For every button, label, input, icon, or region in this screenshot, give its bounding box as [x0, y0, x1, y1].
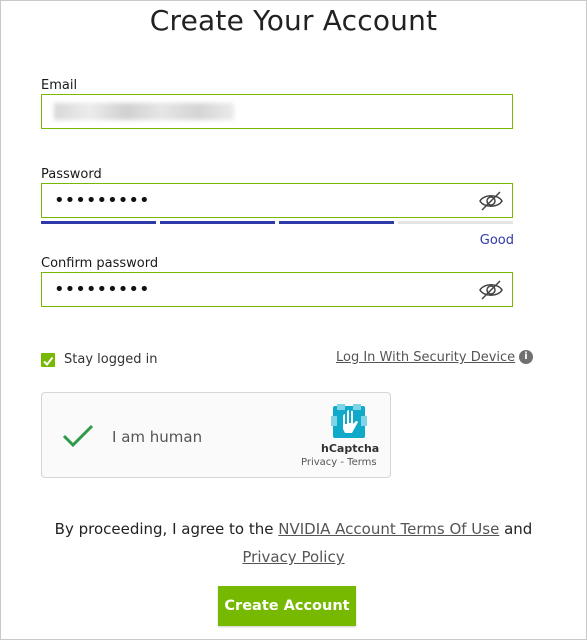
agreement-middle: and [499, 520, 533, 538]
email-field[interactable] [41, 94, 513, 129]
hcaptcha-brand: hCaptcha [321, 442, 380, 455]
captcha-label: I am human [112, 428, 203, 446]
terms-agreement: By proceeding, I agree to the NVIDIA Acc… [20, 515, 567, 571]
privacy-policy-link[interactable]: Privacy Policy [242, 548, 344, 566]
hcaptcha-widget[interactable]: I am human hCaptcha Privacy - Terms [41, 392, 391, 478]
strength-segment [279, 221, 394, 224]
password-strength-meter [41, 221, 513, 224]
confirm-password-label: Confirm password [41, 256, 159, 271]
agreement-prefix: By proceeding, I agree to the [54, 520, 279, 538]
strength-segment [160, 221, 275, 224]
email-label: Email [41, 78, 78, 93]
security-device-link[interactable]: Log In With Security Device [336, 350, 515, 365]
password-strength-text: Good [479, 233, 514, 248]
info-icon[interactable]: i [519, 350, 533, 364]
eye-slash-icon[interactable] [478, 279, 504, 301]
strength-segment [41, 221, 156, 224]
stay-logged-in-label: Stay logged in [64, 352, 158, 367]
hcaptcha-logo-icon [331, 404, 367, 438]
checkmark-icon [62, 424, 94, 448]
email-value-redacted [54, 103, 234, 120]
create-account-button[interactable]: Create Account [218, 586, 356, 626]
eye-slash-icon[interactable] [478, 190, 504, 212]
strength-segment [398, 221, 513, 224]
password-field[interactable]: ••••••••• [41, 183, 513, 218]
stay-logged-in-checkbox[interactable] [41, 353, 55, 367]
password-value: ••••••••• [54, 190, 150, 211]
checkmark-icon [43, 356, 54, 367]
terms-of-use-link[interactable]: NVIDIA Account Terms Of Use [278, 520, 499, 538]
page-title: Create Your Account [149, 4, 438, 37]
hcaptcha-privacy-terms[interactable]: Privacy - Terms [301, 457, 377, 468]
confirm-password-field[interactable]: ••••••••• [41, 272, 513, 307]
password-label: Password [41, 167, 102, 182]
confirm-password-value: ••••••••• [54, 279, 150, 300]
